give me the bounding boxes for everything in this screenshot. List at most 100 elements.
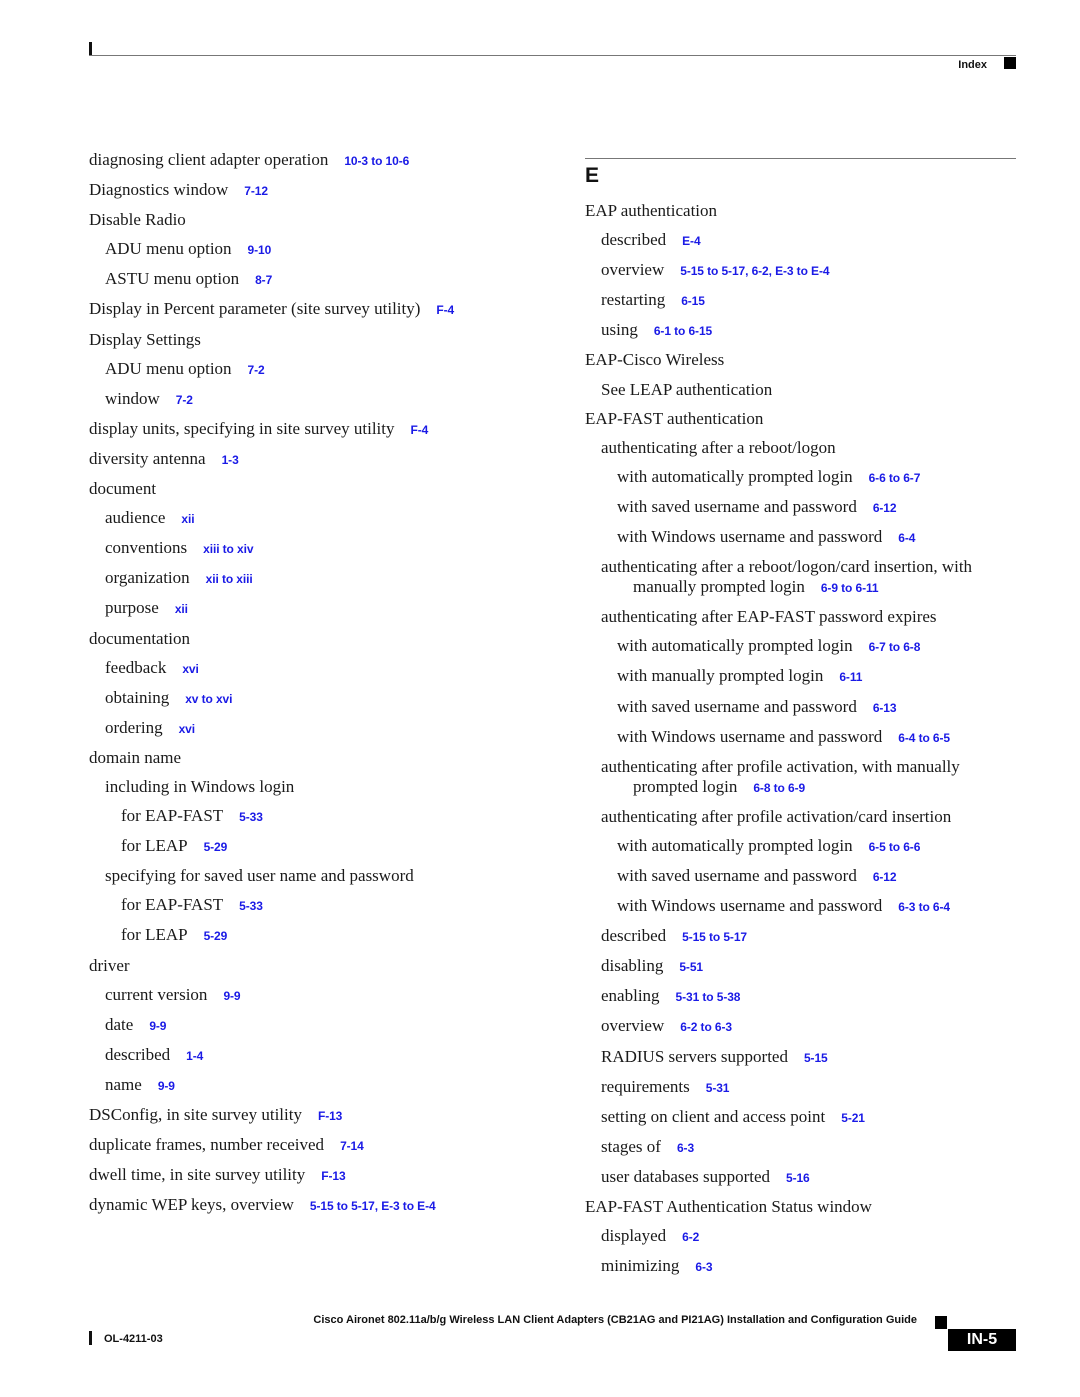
page-reference-link[interactable]: 5-29 <box>204 929 228 943</box>
page-reference-link[interactable]: 6-11 <box>839 670 862 684</box>
index-term: with Windows username and password <box>617 726 883 746</box>
page-reference-link[interactable]: 6-1 to 6-15 <box>654 324 712 338</box>
page-reference-link[interactable]: F-4 <box>436 303 454 317</box>
index-term: described <box>601 926 667 946</box>
page-reference-link[interactable]: 7-2 <box>176 393 193 407</box>
page-reference-link[interactable]: 6-12 <box>873 870 897 884</box>
index-entry: See LEAP authentication <box>585 380 1016 400</box>
index-entry: EAP-FAST Authentication Status window <box>585 1197 1016 1217</box>
index-term: EAP authentication <box>585 201 718 220</box>
page-reference-link[interactable]: 5-29 <box>204 840 228 854</box>
page-reference-link[interactable]: 9-9 <box>149 1019 166 1033</box>
index-entry: window 7-2 <box>89 389 549 410</box>
page-reference-link[interactable]: F-13 <box>321 1169 345 1183</box>
page-reference-link[interactable]: xii to xiii <box>206 572 253 586</box>
index-term: Disable Radio <box>89 210 186 230</box>
index-term: Diagnostics window <box>89 180 229 200</box>
index-entry: driver <box>89 956 549 976</box>
page-reference-link[interactable]: F-4 <box>411 423 429 437</box>
page-reference-link[interactable]: 6-6 to 6-7 <box>869 471 921 485</box>
index-term: with manually prompted login <box>617 666 824 686</box>
page-reference-link[interactable]: 7-12 <box>244 184 268 198</box>
page-reference-link[interactable]: 5-33 <box>239 899 263 913</box>
index-entry: organization xii to xiii <box>89 568 549 589</box>
page-reference-link[interactable]: 6-7 to 6-8 <box>869 640 921 654</box>
page-reference-link[interactable]: xii <box>175 602 188 616</box>
page-reference-link[interactable]: 7-2 <box>248 363 265 377</box>
page-reference-link[interactable]: 6-4 to 6-5 <box>898 731 950 745</box>
page-reference-link[interactable]: 5-15 to 5-17 <box>682 930 747 944</box>
index-term: driver <box>89 955 130 975</box>
page-reference-link[interactable]: xv to xvi <box>185 692 232 706</box>
index-term: with automatically prompted login <box>617 466 853 486</box>
index-entry: ADU menu option 9-10 <box>89 239 549 260</box>
page-reference-link[interactable]: 5-51 <box>679 960 703 974</box>
index-entry: with saved username and password 6-13 <box>585 697 1016 718</box>
page-reference-link[interactable]: xvi <box>182 662 198 676</box>
page-reference-link[interactable]: 6-15 <box>681 294 705 308</box>
index-term: with saved username and password <box>617 496 857 516</box>
index-entry: requirements 5-31 <box>585 1077 1016 1098</box>
index-entry: user databases supported 5-16 <box>585 1167 1016 1188</box>
page-reference-link[interactable]: 8-7 <box>255 273 272 287</box>
index-term: diversity antenna <box>89 448 206 468</box>
page-reference-link[interactable]: 9-10 <box>248 243 272 257</box>
page-reference-link[interactable]: 5-31 <box>706 1081 730 1095</box>
page-number: IN-5 <box>948 1329 1016 1351</box>
page-reference-link[interactable]: 6-5 to 6-6 <box>869 840 921 854</box>
page-reference-link[interactable]: 5-16 <box>786 1171 810 1185</box>
index-term: overview <box>601 1016 665 1036</box>
index-term: ADU menu option <box>105 239 232 259</box>
page-reference-link[interactable]: 7-14 <box>340 1139 364 1153</box>
page-reference-link[interactable]: E-4 <box>682 234 700 248</box>
page-reference-link[interactable]: 6-3 to 6-4 <box>898 900 950 914</box>
page-reference-link[interactable]: 6-3 <box>677 1141 694 1155</box>
index-term: described <box>601 230 667 250</box>
page-reference-link[interactable]: 6-3 <box>695 1260 712 1274</box>
page-reference-link[interactable]: 5-15 to 5-17, 6-2, E-3 to E-4 <box>680 264 829 278</box>
index-entry: duplicate frames, number received 7-14 <box>89 1135 549 1156</box>
index-term: EAP-Cisco Wireless <box>585 350 725 370</box>
page-reference-link[interactable]: F-13 <box>318 1109 342 1123</box>
page-reference-link[interactable]: 9-9 <box>158 1079 175 1093</box>
page-reference-link[interactable]: 6-9 to 6-11 <box>821 581 879 595</box>
page-reference-link[interactable]: 1-4 <box>186 1049 203 1063</box>
page-reference-link[interactable]: xii <box>181 512 194 526</box>
page-reference-link[interactable]: 5-15 to 5-17, E-3 to E-4 <box>310 1199 436 1213</box>
index-term: authenticating after a reboot/logon/card… <box>601 557 973 597</box>
header-section-label: Index <box>958 59 987 71</box>
page-reference-link[interactable]: 6-2 <box>682 1230 699 1244</box>
index-term: with saved username and password <box>617 696 857 716</box>
footer-margin-bar <box>89 1331 92 1345</box>
index-term: authenticating after profile activation/… <box>601 806 952 826</box>
index-term: specifying for saved user name and passw… <box>105 866 414 886</box>
index-entry: Diagnostics window 7-12 <box>89 180 549 201</box>
index-term: with automatically prompted login <box>617 636 853 656</box>
page-reference-link[interactable]: 1-3 <box>222 453 239 467</box>
index-entry: ADU menu option 7-2 <box>89 359 549 380</box>
page-reference-link[interactable]: 5-33 <box>239 810 263 824</box>
page-reference-link[interactable]: 5-21 <box>841 1111 865 1125</box>
page-reference-link[interactable]: xvi <box>179 722 195 736</box>
index-term: including in Windows login <box>105 776 295 796</box>
index-term: user databases supported <box>601 1166 771 1186</box>
index-entry: with Windows username and password 6-3 to… <box>585 896 1016 917</box>
page-reference-link[interactable]: 6-8 to 6-9 <box>753 781 805 795</box>
page-reference-link[interactable]: 5-15 <box>804 1051 828 1065</box>
page-reference-link[interactable]: 10-3 to 10-6 <box>344 154 409 168</box>
index-entry: with saved username and password 6-12 <box>585 866 1016 887</box>
index-term: conventions <box>105 538 188 558</box>
page-reference-link[interactable]: 6-13 <box>873 701 897 715</box>
page-reference-link[interactable]: 5-31 to 5-38 <box>676 990 741 1004</box>
header-margin-bar <box>89 42 92 56</box>
page-reference-link[interactable]: 6-12 <box>873 501 897 515</box>
index-column-left: diagnosing client adapter operation 10-3 … <box>89 150 549 1225</box>
index-term: ASTU menu option <box>105 269 240 289</box>
page-reference-link[interactable]: 6-2 to 6-3 <box>680 1020 732 1034</box>
page-reference-link[interactable]: xiii to xiv <box>203 542 253 556</box>
page-reference-link[interactable]: 6-4 <box>898 531 915 545</box>
index-entry: for LEAP 5-29 <box>89 836 549 857</box>
index-entry: authenticating after profile activation,… <box>585 757 1016 798</box>
page-reference-link[interactable]: 9-9 <box>223 989 240 1003</box>
index-term: stages of <box>601 1136 661 1156</box>
